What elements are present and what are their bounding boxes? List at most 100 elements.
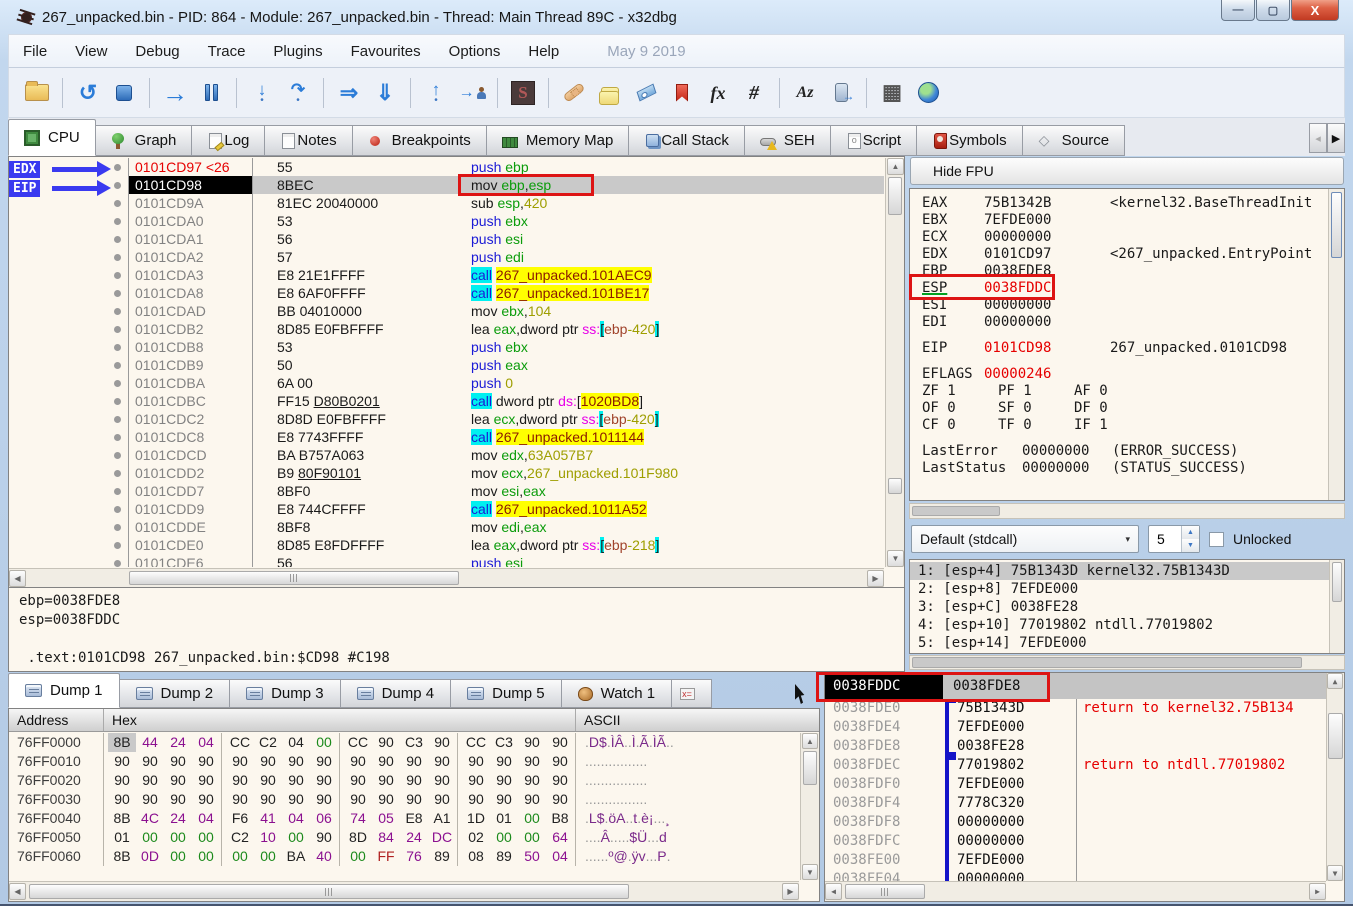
registers-horizontal-scrollbar[interactable] [909, 503, 1345, 519]
hex-byte[interactable]: BA [282, 847, 310, 866]
hex-row[interactable]: 76FF002090909090909090909090909090909090… [9, 771, 799, 790]
hex-byte[interactable]: CC [462, 733, 490, 752]
breakpoint-dot-icon[interactable] [107, 518, 129, 536]
hex-byte[interactable]: 8D [344, 828, 372, 847]
scroll-left-icon[interactable]: ◀ [9, 570, 26, 587]
disasm-row[interactable]: 0101CD97 <2655push ebp [9, 158, 884, 176]
register-row[interactable]: ECX00000000 [922, 229, 1326, 246]
hex-byte[interactable]: 90 [108, 752, 136, 771]
disasm-row[interactable]: 0101CDBCFF15 D80B0201call dword ptr ds:[… [9, 392, 884, 410]
breakpoint-dot-icon[interactable] [107, 428, 129, 446]
hex-byte[interactable]: 90 [462, 790, 490, 809]
register-row[interactable]: EFLAGS00000246 [922, 366, 1326, 383]
hex-byte[interactable]: 90 [108, 790, 136, 809]
breakpoint-dot-icon[interactable] [107, 464, 129, 482]
disasm-row[interactable]: 0101CDD78BF0mov esi,eax [9, 482, 884, 500]
hex-byte[interactable]: 90 [254, 790, 282, 809]
hex-byte[interactable]: 90 [226, 752, 254, 771]
hex-byte[interactable]: 90 [136, 790, 164, 809]
registers-scrollbar[interactable] [1328, 189, 1344, 500]
hex-byte[interactable]: 08 [462, 847, 490, 866]
run-icon[interactable]: → [160, 78, 190, 108]
scroll-right-icon[interactable]: ▶ [1309, 883, 1326, 900]
flag-cell[interactable]: OF 0 [922, 400, 998, 417]
hex-byte[interactable]: 90 [372, 752, 400, 771]
scroll-right-icon[interactable]: ▶ [782, 883, 799, 900]
disasm-row[interactable]: 0101CDE08D85 E8FDFFFFlea eax,dword ptr s… [9, 536, 884, 554]
breakpoint-dot-icon[interactable] [107, 230, 129, 248]
hex-byte[interactable]: 90 [226, 790, 254, 809]
argument-row[interactable]: 3: [esp+C] 0038FE28 [910, 598, 1344, 616]
hex-byte[interactable]: 01 [108, 828, 136, 847]
scroll-up-icon[interactable]: ▲ [1327, 673, 1343, 689]
functions-icon[interactable]: fx [703, 78, 733, 108]
flag-cell[interactable]: PF 1 [998, 383, 1074, 400]
trace-into-icon[interactable]: ⇒ [334, 78, 364, 108]
hex-byte[interactable]: 90 [490, 790, 518, 809]
pause-icon[interactable] [196, 78, 226, 108]
disasm-row[interactable]: 0101CDA8E8 6AF0FFFFcall 267_unpacked.101… [9, 284, 884, 302]
hex-row[interactable]: 76FF005001000000C21000908D8424DC02000064… [9, 828, 799, 847]
hex-byte[interactable]: CC [226, 733, 254, 752]
hex-byte[interactable]: 90 [546, 790, 574, 809]
breakpoint-dot-icon[interactable] [107, 302, 129, 320]
hex-byte[interactable]: 00 [310, 733, 338, 752]
disasm-row[interactable]: 0101CDA053push ebx [9, 212, 884, 230]
dump-tab-dump-3[interactable]: Dump 3 [230, 679, 341, 708]
dump-horizontal-scrollbar[interactable]: ◀ ▶ [9, 881, 799, 901]
breakpoint-dot-icon[interactable] [107, 356, 129, 374]
stack-horizontal-scrollbar[interactable]: ◀ ▶ [825, 881, 1326, 901]
attach-icon[interactable] [826, 78, 856, 108]
hex-byte[interactable]: 90 [462, 752, 490, 771]
hex-byte[interactable]: 90 [518, 733, 546, 752]
flag-cell[interactable]: AF 0 [1074, 383, 1150, 400]
hex-byte[interactable]: E8 [400, 809, 428, 828]
register-row[interactable]: LastStatus00000000(STATUS_SUCCESS) [922, 460, 1326, 477]
hex-byte[interactable]: 90 [136, 752, 164, 771]
hex-byte[interactable]: DC [428, 828, 456, 847]
labels-icon[interactable] [631, 78, 661, 108]
hex-byte[interactable]: 90 [462, 771, 490, 790]
hex-row[interactable]: 76FF001090909090909090909090909090909090… [9, 752, 799, 771]
hex-byte[interactable]: 02 [462, 828, 490, 847]
breakpoint-dot-icon[interactable] [107, 500, 129, 518]
arguments-horizontal-scrollbar[interactable] [909, 655, 1345, 670]
disasm-row[interactable]: 0101CDE656push esi [9, 554, 884, 567]
tab-symbols[interactable]: Symbols [917, 125, 1023, 156]
hex-byte[interactable]: 90 [192, 790, 220, 809]
hex-byte[interactable]: 4C [136, 809, 164, 828]
hex-row[interactable]: 76FF00008B442404CCC20400CC90C390CCC39090… [9, 733, 799, 752]
disasm-row[interactable]: 0101CDC28D8D E0FBFFFFlea ecx,dword ptr s… [9, 410, 884, 428]
minimize-button[interactable]: — [1221, 0, 1255, 21]
breakpoint-dot-icon[interactable] [107, 554, 129, 567]
hex-byte[interactable]: 00 [344, 847, 372, 866]
hex-byte[interactable]: 41 [254, 809, 282, 828]
hex-byte[interactable]: 90 [192, 752, 220, 771]
tab-script[interactable]: Script [831, 125, 917, 156]
hex-byte[interactable]: F6 [226, 809, 254, 828]
menu-item-view[interactable]: View [61, 37, 121, 66]
hex-byte[interactable]: 90 [310, 771, 338, 790]
dump-tab-watch-1[interactable]: Watch 1 [562, 679, 672, 708]
hex-byte[interactable]: 90 [518, 771, 546, 790]
hex-byte[interactable]: 90 [344, 752, 372, 771]
comments-icon[interactable] [595, 78, 625, 108]
hex-byte[interactable]: 90 [400, 752, 428, 771]
hex-byte[interactable]: 89 [490, 847, 518, 866]
breakpoint-dot-icon[interactable] [107, 536, 129, 554]
hex-byte[interactable]: 01 [490, 809, 518, 828]
disassembly-pane[interactable]: 0101CD97 <2655push ebp0101CD988BECmov eb… [8, 156, 905, 588]
hex-byte[interactable]: C2 [226, 828, 254, 847]
hex-byte[interactable]: 90 [372, 771, 400, 790]
scylla-icon[interactable]: S [508, 78, 538, 108]
tab-scroll-right-icon[interactable]: ▶ [1327, 123, 1345, 153]
hex-byte[interactable]: 90 [164, 771, 192, 790]
tab-cpu[interactable]: CPU [8, 119, 96, 156]
execute-till-return-icon[interactable]: ↑• [421, 78, 451, 108]
hex-byte[interactable]: 90 [226, 771, 254, 790]
breakpoint-dot-icon[interactable] [107, 320, 129, 338]
scroll-left-icon[interactable]: ◀ [9, 883, 26, 900]
scroll-right-icon[interactable]: ▶ [867, 570, 884, 587]
hex-byte[interactable]: 90 [164, 752, 192, 771]
argument-row[interactable]: 2: [esp+8] 7EFDE000 [910, 580, 1344, 598]
